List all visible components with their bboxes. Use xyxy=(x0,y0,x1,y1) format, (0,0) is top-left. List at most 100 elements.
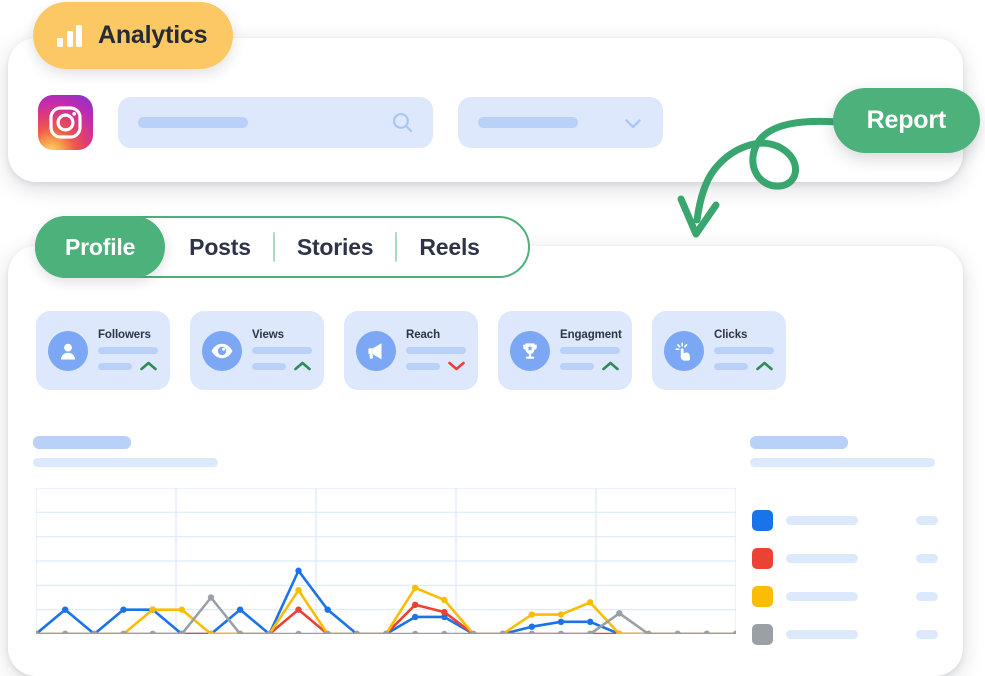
legend-subtitle-bar xyxy=(750,458,935,467)
filter-dropdown[interactable] xyxy=(458,97,663,148)
legend-value-bar xyxy=(916,592,938,601)
chart-subtitle-bar xyxy=(33,458,218,467)
stat-body: Engagment xyxy=(560,329,622,372)
stat-label: Followers xyxy=(98,329,151,341)
stat-card-reach[interactable]: Reach xyxy=(344,311,478,390)
analytics-badge: Analytics xyxy=(33,2,234,69)
chart-title-bar xyxy=(33,436,131,449)
series-point-3 xyxy=(732,630,736,634)
instagram-icon[interactable] xyxy=(38,95,93,150)
performance-line-chart[interactable] xyxy=(36,488,736,634)
series-point-3 xyxy=(61,630,69,634)
series-point-0 xyxy=(557,618,565,626)
stat-subvalue-bar xyxy=(406,362,440,370)
tab-profile[interactable]: Profile xyxy=(35,216,166,278)
stat-body: Reach xyxy=(406,329,466,372)
stat-card-engagement[interactable]: Engagment xyxy=(498,311,632,390)
series-point-0 xyxy=(528,623,536,630)
dropdown-value-bar xyxy=(478,117,578,128)
tab-profile-label: Profile xyxy=(65,233,136,260)
stat-body: Followers xyxy=(98,329,158,372)
stat-footer xyxy=(560,360,620,372)
eye-icon xyxy=(202,330,242,371)
search-placeholder-bar xyxy=(138,117,248,128)
series-point-3 xyxy=(149,630,156,634)
search-input[interactable] xyxy=(118,97,433,148)
stat-card-row: Followers Views Reach Engagment Clicks xyxy=(36,311,786,390)
legend-label-bar xyxy=(786,554,858,563)
series-line-3 xyxy=(36,596,736,634)
series-point-1 xyxy=(411,601,419,608)
legend-color-swatch xyxy=(752,510,773,531)
report-button[interactable]: Report xyxy=(832,88,980,153)
stat-label: Views xyxy=(252,329,284,341)
trend-up-icon xyxy=(602,361,619,371)
tab-stories[interactable]: Stories xyxy=(275,218,396,276)
legend-row[interactable] xyxy=(752,510,938,531)
stat-value-bar xyxy=(560,347,620,354)
legend-title-bar xyxy=(750,436,848,449)
legend-label-bar xyxy=(786,630,858,639)
series-point-3 xyxy=(411,630,419,634)
chevron-down-icon[interactable] xyxy=(621,111,645,135)
filter-row xyxy=(38,95,663,150)
stat-label: Clicks xyxy=(714,329,748,341)
user-icon xyxy=(48,330,88,371)
series-point-3 xyxy=(674,630,681,634)
series-point-3 xyxy=(441,630,448,634)
stat-subvalue-bar xyxy=(252,362,286,370)
line-chart-svg xyxy=(36,488,736,634)
stat-footer xyxy=(252,360,312,372)
stat-card-views[interactable]: Views xyxy=(190,311,324,390)
series-point-2 xyxy=(295,587,302,594)
instagram-glyph xyxy=(49,106,82,139)
stat-value-bar xyxy=(714,347,774,354)
tab-reels-label: Reels xyxy=(419,233,480,260)
stat-label: Engagment xyxy=(560,329,622,341)
legend-row[interactable] xyxy=(752,586,938,607)
tab-posts[interactable]: Posts xyxy=(167,218,273,276)
stat-subvalue-bar xyxy=(560,362,594,370)
stat-card-followers[interactable]: Followers xyxy=(36,311,170,390)
legend-value-bar xyxy=(916,554,938,563)
series-point-1 xyxy=(441,608,448,616)
tab-reels[interactable]: Reels xyxy=(397,218,501,276)
trend-down-icon xyxy=(448,361,465,371)
series-point-0 xyxy=(236,606,244,613)
series-point-1 xyxy=(295,606,302,613)
search-icon[interactable] xyxy=(390,110,415,135)
legend-color-swatch xyxy=(752,548,773,569)
series-point-0 xyxy=(411,613,419,621)
series-line-0 xyxy=(36,569,736,634)
stat-footer xyxy=(714,360,774,372)
trophy-icon xyxy=(510,330,550,371)
stat-subvalue-bar xyxy=(98,362,132,370)
legend-label-bar xyxy=(786,592,858,601)
trend-up-icon xyxy=(756,361,773,371)
series-point-2 xyxy=(586,599,594,606)
tab-bar: Profile Posts Stories Reels xyxy=(35,216,530,278)
legend-color-swatch xyxy=(752,624,773,645)
series-point-3 xyxy=(557,630,565,634)
series-point-2 xyxy=(411,584,419,591)
stat-card-clicks[interactable]: Clicks xyxy=(652,311,786,390)
trend-up-icon xyxy=(294,361,311,371)
series-point-3 xyxy=(528,630,536,634)
legend-row[interactable] xyxy=(752,624,938,645)
tap-click-icon xyxy=(664,330,704,371)
series-point-2 xyxy=(557,611,565,618)
series-point-0 xyxy=(120,606,127,613)
bar-chart-icon xyxy=(57,24,82,47)
megaphone-icon xyxy=(356,330,396,371)
series-point-3 xyxy=(207,594,215,601)
series-point-3 xyxy=(703,630,711,634)
series-point-0 xyxy=(61,606,69,613)
legend-title-placeholder xyxy=(750,436,935,467)
series-point-3 xyxy=(616,610,623,617)
analytics-badge-label: Analytics xyxy=(98,21,208,49)
chart-legend xyxy=(752,510,938,645)
series-point-2 xyxy=(178,606,186,613)
stat-footer xyxy=(98,360,158,372)
legend-row[interactable] xyxy=(752,548,938,569)
series-point-2 xyxy=(528,611,536,618)
